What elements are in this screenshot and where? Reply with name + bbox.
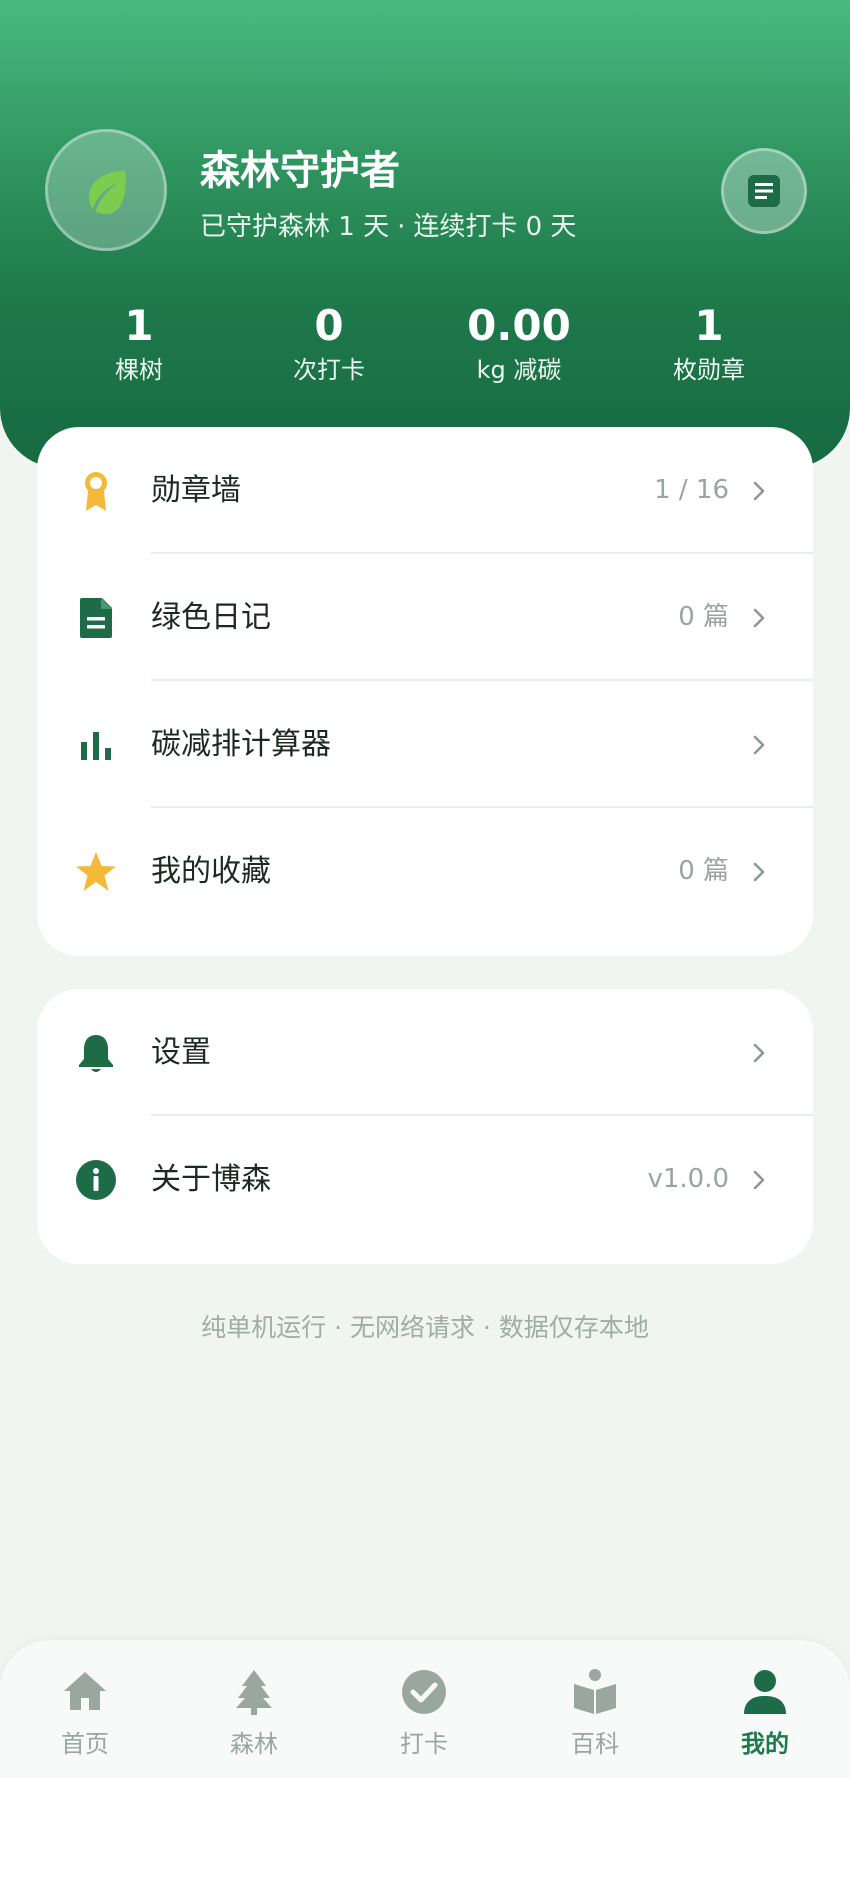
stat-label: kg 减碳 <box>476 356 562 384</box>
menu-item-value: 0 篇 <box>678 602 729 632</box>
username: 森林守护者 <box>200 148 400 194</box>
star-icon <box>73 849 119 895</box>
stat-value: 0 <box>314 301 344 350</box>
stat-carbon: 0.00 kg 减碳 <box>424 300 614 388</box>
tab-label: 首页 <box>61 1730 109 1758</box>
menu-item-settings[interactable]: 设置 <box>37 989 813 1116</box>
bar-chart-icon <box>73 722 119 768</box>
menu-item-label: 关于博森 <box>151 1162 271 1197</box>
separator-dot: · <box>397 212 406 242</box>
menu-item-label: 绿色日记 <box>151 600 271 635</box>
diary-button[interactable] <box>721 148 807 234</box>
tree-icon <box>236 1670 272 1715</box>
profile-subtitle: 已守护森林 1 天 · 连续打卡 0 天 <box>200 206 576 243</box>
stat-value: 0.00 <box>467 301 571 350</box>
tab-encyclopedia[interactable]: 百科 <box>535 1668 655 1759</box>
chevron-right-icon <box>753 735 765 755</box>
menu-item-label: 勋章墙 <box>151 473 241 508</box>
stat-label: 枚勋章 <box>673 356 745 384</box>
tab-label: 森林 <box>230 1730 278 1758</box>
menu-item-value: 0 篇 <box>678 856 729 886</box>
person-icon <box>744 1670 786 1714</box>
stat-value: 1 <box>124 301 154 350</box>
menu-item-medal-wall[interactable]: 勋章墙 1 / 16 <box>37 427 813 554</box>
stat-label: 棵树 <box>115 356 163 384</box>
avatar[interactable] <box>45 129 167 251</box>
bell-icon <box>73 1030 119 1076</box>
menu-item-label: 我的收藏 <box>151 854 271 889</box>
tab-checkin[interactable]: 打卡 <box>364 1668 484 1759</box>
menu-item-label: 设置 <box>151 1035 211 1070</box>
stats-row: 1 棵树 0 次打卡 0.00 kg 减碳 1 枚勋章 <box>0 300 850 400</box>
menu-item-label: 碳减排计算器 <box>151 727 331 762</box>
menu-item-value: v1.0.0 <box>647 1164 729 1194</box>
stat-medals: 1 枚勋章 <box>614 300 804 388</box>
info-icon <box>73 1157 119 1203</box>
document-icon <box>748 175 780 207</box>
menu-item-green-diary[interactable]: 绿色日记 0 篇 <box>37 554 813 681</box>
stat-value: 1 <box>694 301 724 350</box>
stat-label: 次打卡 <box>293 356 365 384</box>
tab-label: 我的 <box>741 1730 789 1758</box>
menu-item-carbon-calculator[interactable]: 碳减排计算器 <box>37 681 813 808</box>
chevron-right-icon <box>753 481 765 501</box>
bottom-tab-bar: 首页 森林 打卡 百科 我的 <box>0 1640 850 1778</box>
chevron-right-icon <box>753 1170 765 1190</box>
chevron-right-icon <box>753 862 765 882</box>
other-menu-card: 设置 关于博森 v1.0.0 <box>37 989 813 1264</box>
protect-days: 已守护森林 1 天 <box>200 212 390 242</box>
leaf-icon <box>89 170 126 215</box>
document-icon <box>73 595 119 641</box>
menu-item-favorites[interactable]: 我的收藏 0 篇 <box>37 808 813 935</box>
tab-home[interactable]: 首页 <box>25 1668 145 1759</box>
tab-profile[interactable]: 我的 <box>705 1668 825 1759</box>
home-indicator-area <box>0 1778 850 1883</box>
stat-trees: 1 棵树 <box>44 300 234 388</box>
main-menu-card: 勋章墙 1 / 16 绿色日记 0 篇 碳减排计算器 我的收藏 0 篇 <box>37 427 813 956</box>
book-reader-icon <box>574 1669 616 1714</box>
home-icon <box>64 1672 106 1710</box>
stat-checkins: 0 次打卡 <box>234 300 424 388</box>
tab-label: 打卡 <box>400 1730 448 1758</box>
menu-item-about[interactable]: 关于博森 v1.0.0 <box>37 1116 813 1243</box>
tab-forest[interactable]: 森林 <box>194 1668 314 1759</box>
medal-icon <box>73 468 119 514</box>
check-circle-icon <box>402 1670 446 1714</box>
privacy-note: 纯单机运行 · 无网络请求 · 数据仅存本地 <box>201 1313 649 1342</box>
chevron-right-icon <box>753 1043 765 1063</box>
checkin-streak: 连续打卡 0 天 <box>413 212 577 242</box>
chevron-right-icon <box>753 608 765 628</box>
menu-item-value: 1 / 16 <box>654 475 729 505</box>
profile-header: 森林守护者 已守护森林 1 天 · 连续打卡 0 天 1 棵树 0 次打卡 0.00… <box>0 0 850 468</box>
tab-label: 百科 <box>571 1730 619 1758</box>
